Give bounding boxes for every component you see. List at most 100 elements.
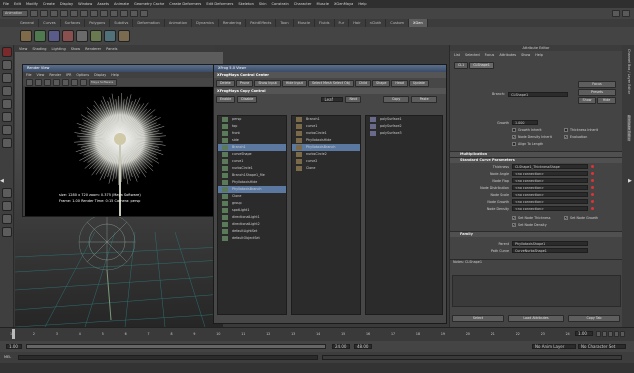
menu-item-edit[interactable]: Edit bbox=[14, 2, 21, 6]
persp-graph-layout-icon[interactable] bbox=[2, 227, 12, 237]
mode-selector[interactable]: Animation bbox=[2, 10, 28, 17]
param-connect-icon[interactable] bbox=[591, 165, 594, 168]
snap-grid-icon[interactable] bbox=[90, 10, 98, 17]
shelf-tab-xgen[interactable]: XGen bbox=[409, 19, 428, 27]
menu-item-character[interactable]: Character bbox=[294, 2, 312, 6]
attr-menu-selected[interactable]: Selected bbox=[465, 53, 480, 57]
xgen-hydra-icon[interactable] bbox=[104, 30, 116, 42]
play-icon[interactable] bbox=[608, 331, 613, 337]
keep-image-icon[interactable] bbox=[62, 78, 69, 86]
outliner-item[interactable]: curveShape bbox=[218, 151, 286, 158]
menu-item-skeleton[interactable]: Skeleton bbox=[238, 2, 254, 6]
xgen-curve-icon[interactable] bbox=[48, 30, 60, 42]
step-forward-icon[interactable] bbox=[614, 331, 619, 337]
panel-menu-renderer[interactable]: Renderer bbox=[85, 47, 101, 51]
tab-cl1[interactable]: CL1 bbox=[454, 61, 469, 69]
param-field[interactable]: <no connection> bbox=[512, 206, 588, 211]
range-end-field[interactable]: 24.00 bbox=[332, 344, 350, 349]
xfrog-window-title[interactable]: XFrog 5.0 Viewr bbox=[214, 65, 446, 72]
control-button-6[interactable]: Shape bbox=[372, 79, 391, 87]
command-input[interactable] bbox=[18, 355, 318, 360]
current-time-marker[interactable] bbox=[12, 329, 15, 339]
snapshot-icon[interactable] bbox=[44, 78, 51, 86]
current-frame-field[interactable]: 1.00 bbox=[575, 331, 593, 336]
select-component-icon[interactable] bbox=[80, 10, 88, 17]
attr-menu-attributes[interactable]: Attributes bbox=[499, 53, 516, 57]
attr-menu-help[interactable]: Help bbox=[535, 53, 543, 57]
shelf-tab-muscle[interactable]: Muscle bbox=[294, 19, 316, 27]
set-node-thickness-checkbox[interactable]: ✓ bbox=[512, 215, 516, 220]
param-field[interactable]: <no connection> bbox=[512, 192, 588, 197]
control-button-8[interactable]: Update bbox=[409, 79, 429, 87]
enable-button[interactable]: Enable bbox=[216, 95, 236, 103]
paste-button[interactable]: Paste bbox=[411, 95, 438, 103]
four-view-layout-icon[interactable] bbox=[2, 201, 12, 211]
outliner-item[interactable]: directionalLight1 bbox=[218, 214, 286, 221]
outliner-scene[interactable]: persp top front side Branch1 curveShape curve1… bbox=[217, 115, 287, 315]
shelf-tab-toon[interactable]: Toon bbox=[276, 19, 294, 27]
param-field[interactable]: <no connection> bbox=[512, 171, 588, 176]
shelf-tab-polygons[interactable]: Polygons bbox=[85, 19, 111, 27]
outliner-item[interactable]: curve2 bbox=[292, 158, 360, 165]
outliner-item[interactable]: top bbox=[218, 123, 286, 130]
move-tool-icon[interactable] bbox=[2, 86, 12, 96]
align-to-length-checkbox[interactable] bbox=[512, 141, 516, 146]
control-button-2[interactable]: Show Input bbox=[254, 79, 281, 87]
render-icon[interactable] bbox=[120, 10, 128, 17]
outliner-item[interactable]: nurbsCircle1 bbox=[218, 165, 286, 172]
ipr-icon[interactable] bbox=[35, 78, 42, 86]
render-menu-view[interactable]: View bbox=[37, 73, 45, 77]
step-back-icon[interactable] bbox=[602, 331, 607, 337]
outliner-item[interactable]: front bbox=[218, 130, 286, 137]
soft-mod-tool-icon[interactable] bbox=[2, 138, 12, 148]
copy-field[interactable]: Leaf bbox=[321, 96, 344, 102]
attr-menu-show[interactable]: Show bbox=[521, 53, 530, 57]
go-start-icon[interactable] bbox=[596, 331, 601, 337]
menu-item-edit-deformers[interactable]: Edit Deformers bbox=[206, 2, 233, 6]
panel-menu-show[interactable]: Show bbox=[71, 47, 80, 51]
outliner-item[interactable]: curve1 bbox=[218, 158, 286, 165]
outliner-item[interactable]: defaultLightSet bbox=[218, 228, 286, 235]
menu-item-constrain[interactable]: Constrain bbox=[272, 2, 289, 6]
thickness-inherit-checkbox[interactable] bbox=[564, 127, 568, 132]
shelf-tab-animation[interactable]: Animation bbox=[165, 19, 193, 27]
channel-box-toggle-icon[interactable] bbox=[612, 10, 620, 17]
panel-menu-panels[interactable]: Panels bbox=[106, 47, 117, 51]
set-node-growth-checkbox[interactable]: ✓ bbox=[564, 215, 568, 220]
param-connect-icon[interactable] bbox=[591, 193, 594, 196]
open-scene-icon[interactable] bbox=[40, 10, 48, 17]
channel-box-tab[interactable]: Channel Box / Layer Editor bbox=[627, 49, 631, 94]
render-view-title[interactable]: Render View bbox=[23, 65, 216, 72]
xgen-branch-icon[interactable] bbox=[90, 30, 102, 42]
menu-item-modify[interactable]: Modify bbox=[26, 2, 38, 6]
outliner-item[interactable]: directionalLight2 bbox=[218, 221, 286, 228]
disable-button[interactable]: Disable bbox=[237, 95, 258, 103]
show-button[interactable]: Show bbox=[578, 97, 596, 104]
outliner-item[interactable]: polySurface1 bbox=[366, 116, 442, 123]
outliner-item[interactable]: spotLight1 bbox=[218, 207, 286, 214]
render-menu-file[interactable]: File bbox=[26, 73, 32, 77]
presets-button[interactable]: Presets bbox=[578, 89, 616, 96]
right-collapse-arrow-icon[interactable]: ▶ bbox=[628, 178, 632, 184]
path-curve-field[interactable]: CurveNurbsShape1 bbox=[512, 248, 588, 253]
xgen-phyllotaxis-icon[interactable] bbox=[62, 30, 74, 42]
select-object-icon[interactable] bbox=[70, 10, 78, 17]
shelf-tab-surfaces[interactable]: Surfaces bbox=[61, 19, 86, 27]
menu-item-geometry-cache[interactable]: Geometry Cache bbox=[134, 2, 164, 6]
outliner-item[interactable]: PhyllotaxisHide bbox=[292, 137, 360, 144]
rgb-channel-icon[interactable] bbox=[71, 78, 78, 86]
param-connect-icon[interactable] bbox=[591, 207, 594, 210]
tab-clshape1[interactable]: CLShape1 bbox=[469, 61, 494, 69]
panel-menu-lighting[interactable]: Lighting bbox=[52, 47, 66, 51]
outliner-item[interactable]: defaultObjectSet bbox=[218, 235, 286, 242]
range-start-field[interactable]: 1.00 bbox=[6, 344, 22, 349]
snap-curve-icon[interactable] bbox=[100, 10, 108, 17]
attr-menu-focus[interactable]: Focus bbox=[485, 53, 495, 57]
family-section[interactable]: Family bbox=[450, 231, 622, 237]
parent-field[interactable]: PhyllotaxisShape1 bbox=[512, 241, 588, 246]
shelf-tab-painteffects[interactable]: PaintEffects bbox=[246, 19, 277, 27]
scale-tool-icon[interactable] bbox=[2, 112, 12, 122]
outliner-item[interactable]: nurbsCircle1 bbox=[292, 130, 360, 137]
outliner-item[interactable]: PhyllotaxisBranch bbox=[292, 144, 360, 151]
outliner-item[interactable]: Branch1 bbox=[218, 144, 286, 151]
